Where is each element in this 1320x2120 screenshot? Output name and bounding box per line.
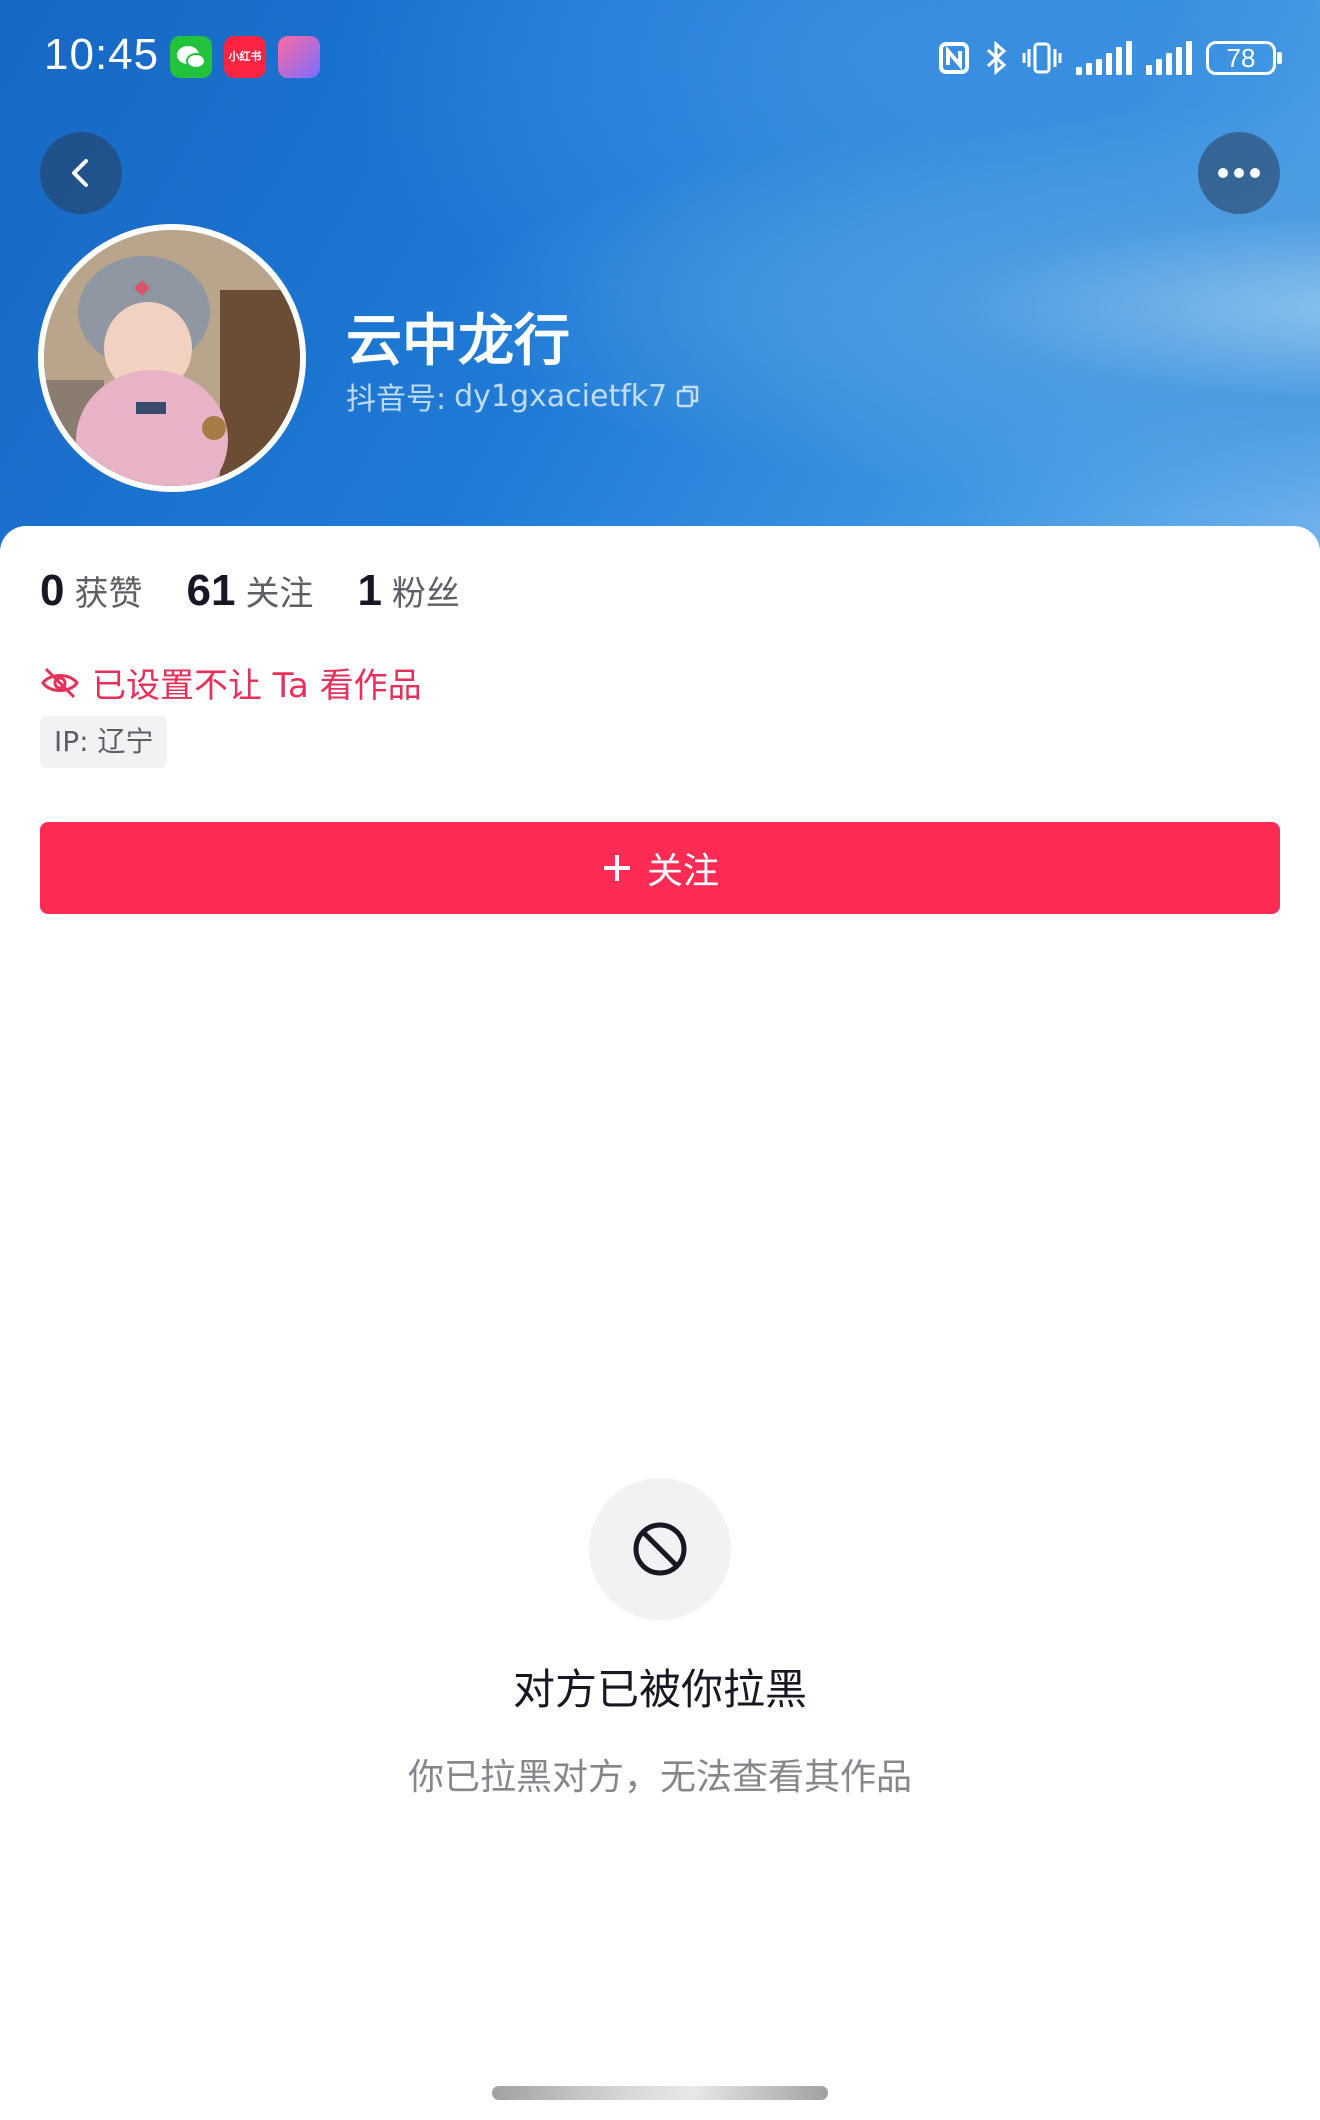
vibrate-icon <box>1022 42 1062 74</box>
plus-icon <box>603 855 630 881</box>
signal-icon-2 <box>1146 41 1192 75</box>
stat-followers[interactable]: 1 粉丝 <box>357 566 459 616</box>
status-time: 10:45 <box>44 30 160 79</box>
stat-likes[interactable]: 0 获赞 <box>40 566 142 616</box>
home-indicator[interactable] <box>492 2086 828 2100</box>
ip-location-tag: IP: 辽宁 <box>40 716 168 768</box>
status-icons: 78 <box>938 38 1282 78</box>
profile-header: 10:45 小红书 78 云中龙行 抖音号: dy1gxacietfk7 <box>0 0 1320 560</box>
avatar[interactable] <box>38 224 306 492</box>
username: 云中龙行 <box>346 309 570 374</box>
profile-card: 0 获赞 61 关注 1 粉丝 已设置不让 Ta 看作品 IP: 辽宁 关注 对… <box>0 526 1320 2120</box>
battery-indicator: 78 <box>1206 41 1282 75</box>
more-dots-icon <box>1218 168 1260 178</box>
stat-number: 1 <box>357 566 382 615</box>
douyin-id-label: 抖音号: <box>346 382 447 417</box>
block-icon <box>633 1522 687 1576</box>
eye-off-icon <box>41 667 79 698</box>
stat-following[interactable]: 61 关注 <box>186 566 313 616</box>
stat-label: 获赞 <box>74 574 143 614</box>
stat-label: 关注 <box>245 574 314 614</box>
blocked-title: 对方已被你拉黑 <box>512 1665 807 1714</box>
signal-icon-1 <box>1076 41 1132 75</box>
blocked-icon-container <box>589 1478 731 1620</box>
app-icon <box>278 36 320 78</box>
follow-button[interactable]: 关注 <box>40 822 1280 914</box>
more-button[interactable] <box>1198 132 1280 214</box>
xiaohongshu-icon: 小红书 <box>224 36 266 78</box>
stat-number: 61 <box>186 566 236 615</box>
stat-label: 粉丝 <box>391 574 460 614</box>
follow-button-label: 关注 <box>646 850 719 891</box>
hidden-works-notice: 已设置不让 Ta 看作品 <box>40 658 422 707</box>
back-button[interactable] <box>40 132 122 214</box>
wechat-icon <box>170 36 212 78</box>
copy-icon[interactable] <box>675 383 701 409</box>
blocked-description: 你已拉黑对方，无法查看其作品 <box>407 1757 912 1798</box>
profile-stats: 0 获赞 61 关注 1 粉丝 <box>40 566 504 616</box>
douyin-id-value: dy1gxacietfk7 <box>454 378 668 414</box>
bluetooth-icon <box>986 41 1007 75</box>
avatar-image <box>44 230 300 486</box>
nfc-icon <box>939 42 969 74</box>
stat-number: 0 <box>40 566 65 615</box>
chevron-left-icon <box>72 159 88 187</box>
status-bar: 10:45 小红书 78 <box>0 0 1320 116</box>
hidden-notice-text: 已设置不让 Ta 看作品 <box>92 666 422 706</box>
douyin-id[interactable]: 抖音号: dy1gxacietfk7 <box>346 374 701 418</box>
